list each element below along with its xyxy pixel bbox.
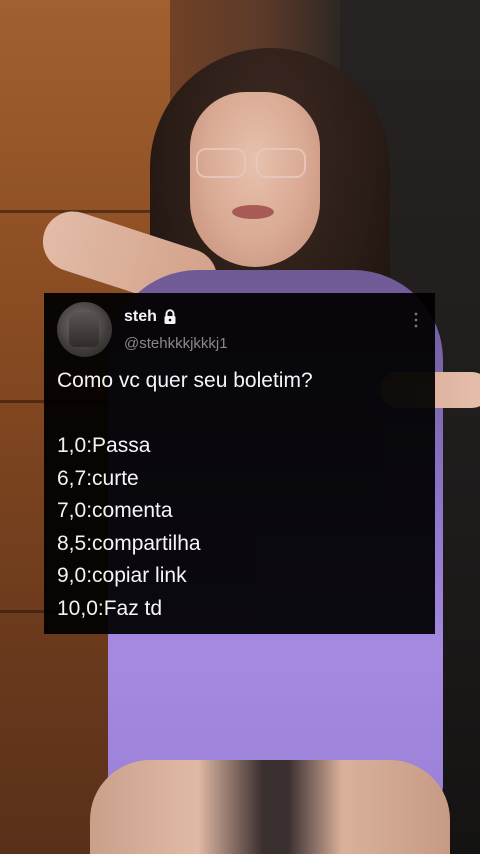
person-legs — [90, 760, 450, 854]
tweet-option: 10,0:Faz td — [57, 596, 163, 620]
glasses-icon — [196, 148, 246, 178]
lock-icon — [163, 309, 177, 325]
tweet-text: Como vc quer seu boletim? 1,0:Passa 6,7:… — [57, 365, 427, 625]
tweet-option: 8,5:compartilha — [57, 531, 201, 555]
avatar[interactable] — [57, 302, 112, 357]
tweet-author[interactable]: steh — [124, 308, 177, 326]
tweet-option: 6,7:curte — [57, 466, 139, 490]
tweet-option: 7,0:comenta — [57, 499, 173, 522]
person-lips — [232, 205, 274, 219]
tweet-card: steh @stehkkkjkkkj1 Como vc quer seu bol… — [44, 293, 435, 634]
display-name[interactable]: steh — [124, 308, 157, 326]
more-vertical-icon[interactable] — [413, 310, 419, 330]
tweet-option: 1,0:Passa — [57, 434, 151, 457]
tweet-question: Como vc quer seu boletim? — [57, 369, 313, 392]
glasses-icon — [256, 148, 306, 178]
tweet-option: 9,0:copiar link — [57, 564, 187, 587]
user-handle[interactable]: @stehkkkjkkkj1 — [124, 335, 228, 352]
person-face — [190, 92, 320, 267]
